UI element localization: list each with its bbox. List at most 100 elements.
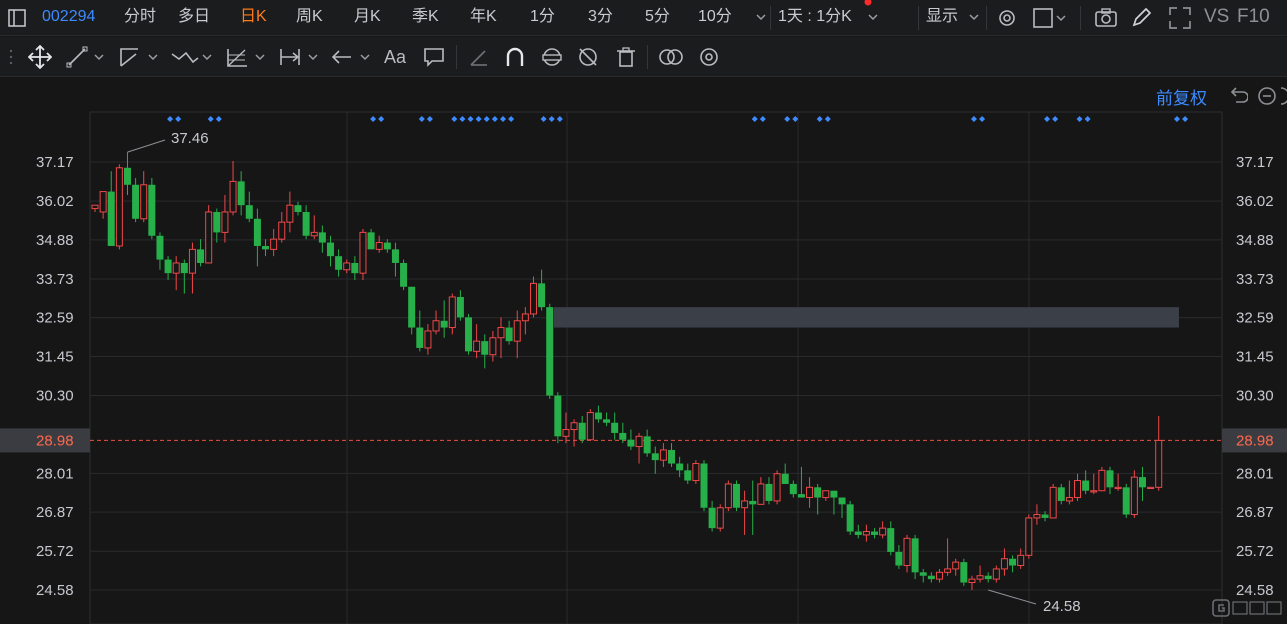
signal-marker <box>1084 116 1091 122</box>
candle-body-down <box>611 422 619 433</box>
zoom-in-icon[interactable] <box>1281 86 1287 106</box>
f10-button[interactable]: F10 <box>1237 0 1270 36</box>
candle-body-down <box>318 232 326 243</box>
text-tool-icon[interactable]: Aa <box>384 46 406 68</box>
candle-body-up <box>229 180 237 213</box>
candle-body-down <box>919 572 927 576</box>
candle-body-up <box>879 527 887 536</box>
candle-body-up <box>976 575 984 580</box>
candle-body-down <box>781 473 789 484</box>
layout-icon[interactable] <box>1033 7 1067 29</box>
candle-body-up <box>188 248 196 274</box>
candle-body-up <box>1049 486 1057 519</box>
period-tab-1[interactable]: 多日 <box>178 0 210 36</box>
candle-body-up <box>773 473 781 502</box>
candle-body-down <box>123 167 131 185</box>
drag-handle-icon[interactable] <box>8 48 14 66</box>
candle-body-down <box>830 490 838 498</box>
candle-body-up <box>513 320 521 342</box>
y-tick-label-left: 26.87 <box>36 504 74 521</box>
measure-icon[interactable] <box>278 46 322 68</box>
compare-icon[interactable] <box>658 46 684 68</box>
candle-body-down <box>538 283 546 308</box>
signal-marker <box>1052 116 1059 122</box>
candle-body-up <box>278 221 286 240</box>
candle-body-up <box>944 568 952 573</box>
comment-icon[interactable] <box>423 46 445 68</box>
period-tab-10[interactable]: 10分 <box>698 0 732 36</box>
period-tab-5[interactable]: 季K <box>412 0 439 36</box>
candle-body-up <box>489 337 497 356</box>
pencil-icon[interactable] <box>1131 6 1153 28</box>
y-tick-label-left: 30.30 <box>36 388 74 405</box>
signal-marker <box>175 116 182 122</box>
y-tick-label-right: 24.58 <box>1236 582 1274 599</box>
candle-body-down <box>927 575 935 580</box>
chevron-down-icon[interactable] <box>867 10 879 24</box>
hide-drawings-icon[interactable] <box>577 46 599 68</box>
candle-body-down <box>408 286 416 328</box>
period-tab-9[interactable]: 5分 <box>645 0 670 36</box>
arrow-tool-icon[interactable] <box>330 46 374 68</box>
move-icon[interactable] <box>28 45 52 69</box>
candle-body-down <box>156 235 164 260</box>
candles-layer <box>91 152 1163 590</box>
drawing-settings-icon[interactable] <box>697 45 721 69</box>
y-tick-label-left: 31.45 <box>36 348 74 365</box>
lock-drawing-icon[interactable] <box>540 46 564 68</box>
candle-body-down <box>383 242 391 250</box>
settings-icon[interactable] <box>996 7 1018 29</box>
low-label: 24.58 <box>1043 598 1081 615</box>
period-tab-6[interactable]: 年K <box>470 0 497 36</box>
y-tick-label-left: 34.88 <box>36 232 74 249</box>
trash-icon[interactable] <box>615 46 637 68</box>
camera-icon[interactable] <box>1094 7 1118 29</box>
eraser-line-icon[interactable] <box>468 46 490 68</box>
adjust-mode-link[interactable]: 前复权 <box>1156 84 1207 109</box>
current-price-layer: 28.98 28.98 <box>0 428 1287 453</box>
notification-dot-icon <box>864 0 872 6</box>
undo-icon[interactable] <box>1228 86 1248 106</box>
candle-body-down <box>651 453 659 461</box>
trend-line-icon[interactable] <box>66 46 108 68</box>
chevron-down-icon[interactable] <box>755 10 767 24</box>
period-tab-2[interactable]: 日K <box>240 0 267 36</box>
period-tab-8[interactable]: 3分 <box>588 0 613 36</box>
channel-tool-icon[interactable] <box>118 46 162 68</box>
signal-marker <box>426 116 433 122</box>
fibonacci-icon[interactable] <box>225 45 269 69</box>
candle-body-down <box>416 327 424 348</box>
candle-body-up <box>497 327 505 339</box>
price-zone-layer <box>553 307 1179 328</box>
candle-body-down <box>668 449 676 464</box>
candle-body-down <box>456 296 464 318</box>
y-tick-label-right: 28.01 <box>1236 465 1274 482</box>
period-tab-4[interactable]: 月K <box>354 0 381 36</box>
chevron-down-icon[interactable] <box>968 10 980 24</box>
current-price-label-right: 28.98 <box>1236 432 1274 449</box>
candle-body-up <box>286 204 294 223</box>
y-tick-label-left: 25.72 <box>36 543 74 560</box>
sidebar-toggle-icon[interactable] <box>8 9 26 27</box>
period-tab-0[interactable]: 分时 <box>124 0 156 36</box>
candle-body-down <box>594 412 602 420</box>
candlestick-chart[interactable]: 28.98 28.98 37.17 37.17 36.02 36.02 34.88 34.8… <box>0 78 1287 624</box>
period-tab-3[interactable]: 周K <box>296 0 323 36</box>
fullscreen-icon[interactable] <box>1168 6 1192 30</box>
signal-marker <box>816 116 823 122</box>
range-selector[interactable]: 1天 : 1分K <box>778 0 852 36</box>
candle-body-down <box>351 262 359 274</box>
candle-body-down <box>627 439 635 447</box>
zoom-out-icon[interactable] <box>1257 86 1277 106</box>
candle-body-up <box>1000 558 1008 570</box>
vs-button[interactable]: VS <box>1204 0 1229 36</box>
candle-body-down <box>245 205 253 219</box>
period-tab-7[interactable]: 1分 <box>530 0 555 36</box>
candle-body-down <box>481 341 489 355</box>
candle-body-up <box>1025 517 1033 556</box>
display-menu[interactable]: 显示 <box>926 0 958 36</box>
stock-code[interactable]: 002294 <box>42 0 95 36</box>
magnet-icon[interactable] <box>504 46 526 68</box>
wave-tool-icon[interactable] <box>170 46 216 68</box>
signal-marker <box>215 116 222 122</box>
